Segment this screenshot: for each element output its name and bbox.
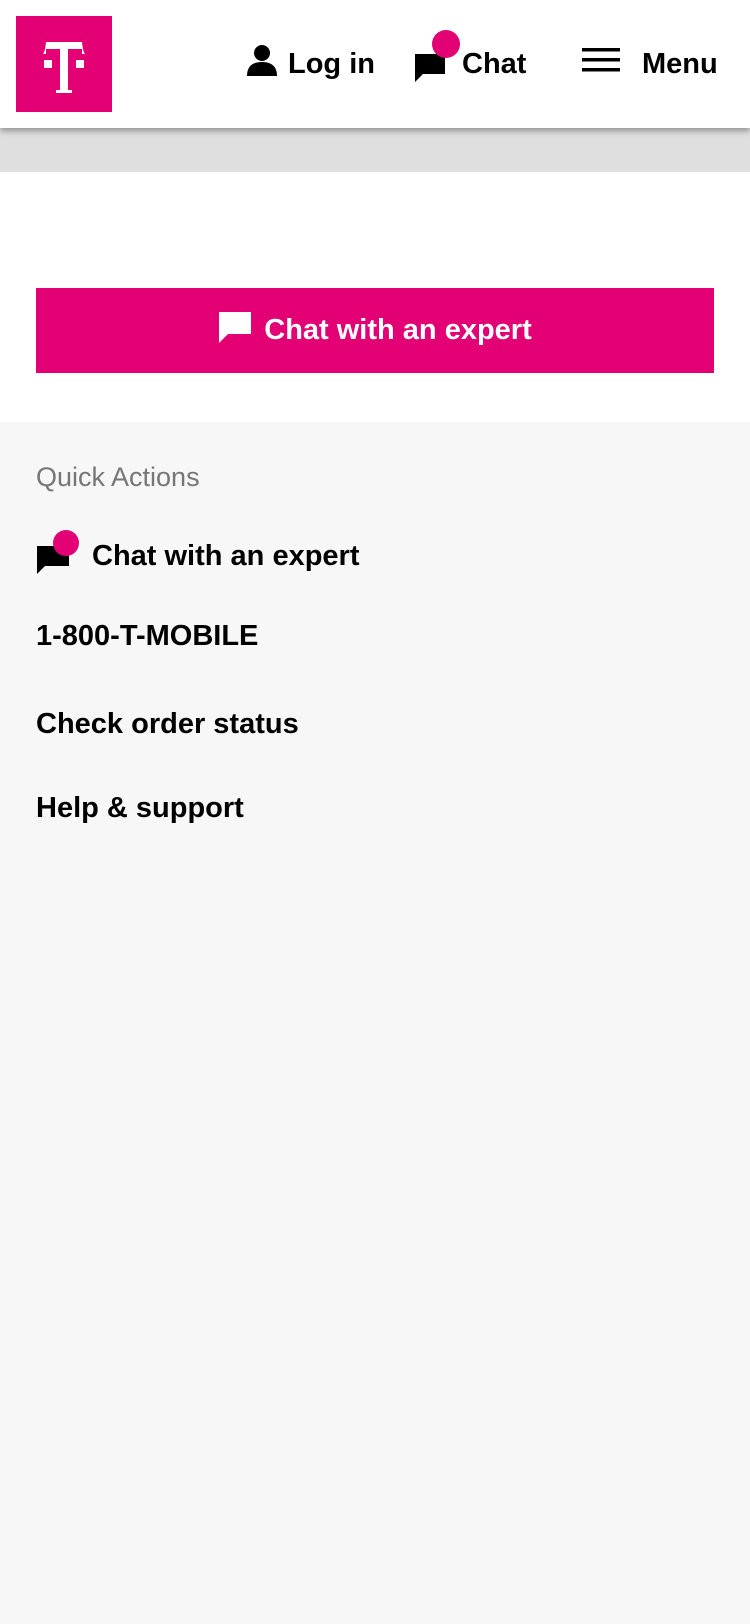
t-logo-icon	[43, 42, 85, 93]
chat-with-expert-button[interactable]: Chat with an expert	[36, 288, 714, 373]
chat-notification-icon	[36, 530, 79, 574]
notification-dot	[432, 30, 460, 58]
menu-label: Menu	[642, 47, 718, 80]
login-link[interactable]: Log in	[246, 36, 375, 92]
quick-actions-heading: Quick Actions	[36, 462, 200, 492]
cta-section: Chat with an expert	[0, 172, 750, 422]
person-icon	[246, 44, 278, 84]
site-header: Log in Chat Menu	[0, 0, 750, 128]
chat-bubble-icon	[218, 310, 252, 352]
t-mobile-logo[interactable]	[16, 16, 112, 112]
quick-action-chat-label: Chat with an expert	[92, 539, 360, 572]
quick-action-order-status[interactable]: Check order status	[36, 708, 299, 741]
quick-action-chat[interactable]: Chat with an expert	[36, 530, 360, 582]
chat-link[interactable]: Chat	[414, 30, 527, 92]
notification-dot	[53, 530, 79, 556]
chat-with-expert-label: Chat with an expert	[264, 314, 532, 346]
quick-action-phone[interactable]: 1-800-T-MOBILE	[36, 620, 258, 653]
chat-notification-icon	[414, 30, 460, 82]
header-divider-band	[0, 128, 750, 172]
page: Log in Chat Menu Chat with an expert Qui…	[0, 0, 750, 1624]
chat-label: Chat	[462, 47, 527, 80]
login-label: Log in	[288, 47, 375, 80]
hamburger-icon	[582, 47, 620, 81]
menu-button[interactable]: Menu	[582, 36, 718, 92]
quick-action-help-support[interactable]: Help & support	[36, 792, 244, 825]
